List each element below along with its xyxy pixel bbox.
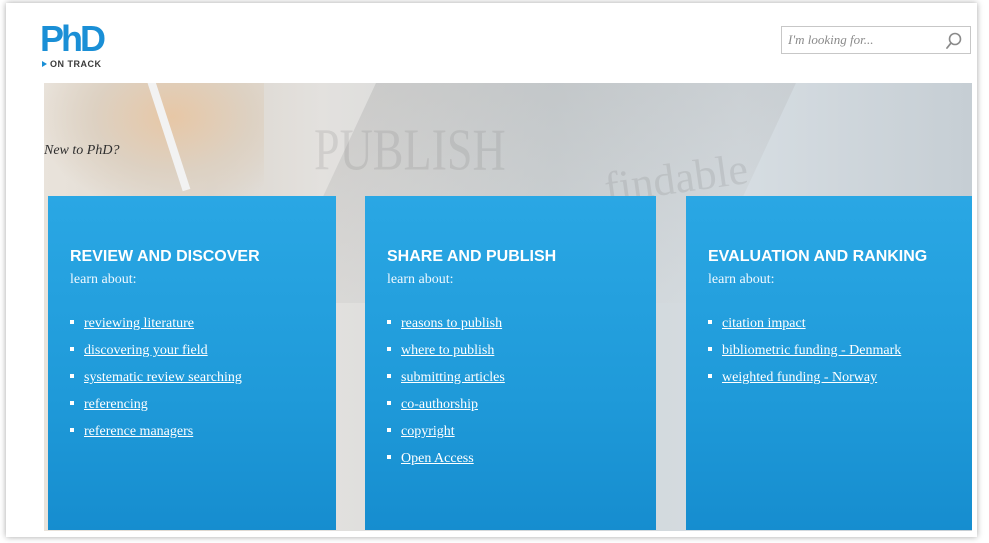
link-citation-impact[interactable]: citation impact: [722, 316, 806, 331]
link-reasons-to-publish[interactable]: reasons to publish: [401, 316, 502, 331]
panel-subtitle: learn about:: [708, 272, 775, 287]
bullet: [387, 346, 391, 351]
search-box[interactable]: [781, 26, 971, 54]
panel-title: SHARE AND PUBLISH: [387, 248, 557, 265]
list-item: Open Access: [387, 451, 505, 478]
logo-wordmark: PhD: [40, 18, 106, 59]
link-open-access[interactable]: Open Access: [401, 451, 474, 466]
list-item: reference managers: [70, 424, 242, 451]
panel-link-list: reviewing literature discovering your fi…: [70, 316, 242, 451]
panel-link-list: reasons to publish where to publish subm…: [387, 316, 505, 478]
list-item: weighted funding - Norway: [708, 370, 901, 397]
list-item: where to publish: [387, 343, 505, 370]
list-item: reasons to publish: [387, 316, 505, 343]
bullet: [387, 427, 391, 432]
link-where-to-publish[interactable]: where to publish: [401, 343, 494, 358]
link-discovering-your-field[interactable]: discovering your field: [84, 343, 208, 358]
bullet: [387, 373, 391, 378]
bullet: [708, 319, 712, 324]
link-reference-managers[interactable]: reference managers: [84, 424, 193, 439]
hero-watermark-publish: PUBLISH: [314, 116, 506, 183]
link-systematic-review-searching[interactable]: systematic review searching: [84, 370, 242, 385]
list-item: submitting articles: [387, 370, 505, 397]
hero-banner: PUBLISH findable New to PhD? REVIEW AND …: [44, 83, 972, 531]
panel-title: REVIEW AND DISCOVER: [70, 248, 260, 265]
panel-link-list: citation impact bibliometric funding - D…: [708, 316, 901, 397]
bullet: [70, 319, 74, 324]
link-submitting-articles[interactable]: submitting articles: [401, 370, 505, 385]
search-input[interactable]: [788, 30, 938, 50]
logo-subtitle-text: ON TRACK: [50, 59, 102, 69]
panel-review-and-discover: REVIEW AND DISCOVER learn about: reviewi…: [48, 196, 336, 530]
bullet: [70, 427, 74, 432]
bullet: [387, 319, 391, 324]
bullet: [708, 373, 712, 378]
list-item: systematic review searching: [70, 370, 242, 397]
list-item: co-authorship: [387, 397, 505, 424]
bullet: [387, 400, 391, 405]
link-reviewing-literature[interactable]: reviewing literature: [84, 316, 194, 331]
bullet: [70, 373, 74, 378]
list-item: referencing: [70, 397, 242, 424]
panel-share-and-publish: SHARE AND PUBLISH learn about: reasons t…: [365, 196, 656, 530]
hero-tagline: New to PhD?: [44, 143, 120, 158]
panel-subtitle: learn about:: [387, 272, 454, 287]
link-weighted-funding-norway[interactable]: weighted funding - Norway: [722, 370, 877, 385]
link-bibliometric-funding-denmark[interactable]: bibliometric funding - Denmark: [722, 343, 901, 358]
list-item: reviewing literature: [70, 316, 242, 343]
link-referencing[interactable]: referencing: [84, 397, 148, 412]
panel-subtitle: learn about:: [70, 272, 137, 287]
panel-evaluation-and-ranking: EVALUATION AND RANKING learn about: cita…: [686, 196, 972, 530]
logo[interactable]: PhD ON TRACK: [40, 21, 130, 71]
bullet: [70, 400, 74, 405]
list-item: citation impact: [708, 316, 901, 343]
list-item: copyright: [387, 424, 505, 451]
bullet: [387, 454, 391, 459]
arrow-icon: [42, 61, 47, 67]
search-icon[interactable]: [945, 32, 963, 50]
page-frame: PhD ON TRACK PUBLISH findable New to PhD…: [6, 3, 977, 537]
link-co-authorship[interactable]: co-authorship: [401, 397, 478, 412]
list-item: discovering your field: [70, 343, 242, 370]
bullet: [70, 346, 74, 351]
list-item: bibliometric funding - Denmark: [708, 343, 901, 370]
logo-subtitle: ON TRACK: [42, 59, 102, 69]
panel-title: EVALUATION AND RANKING: [708, 248, 928, 265]
link-copyright[interactable]: copyright: [401, 424, 455, 439]
bullet: [708, 346, 712, 351]
